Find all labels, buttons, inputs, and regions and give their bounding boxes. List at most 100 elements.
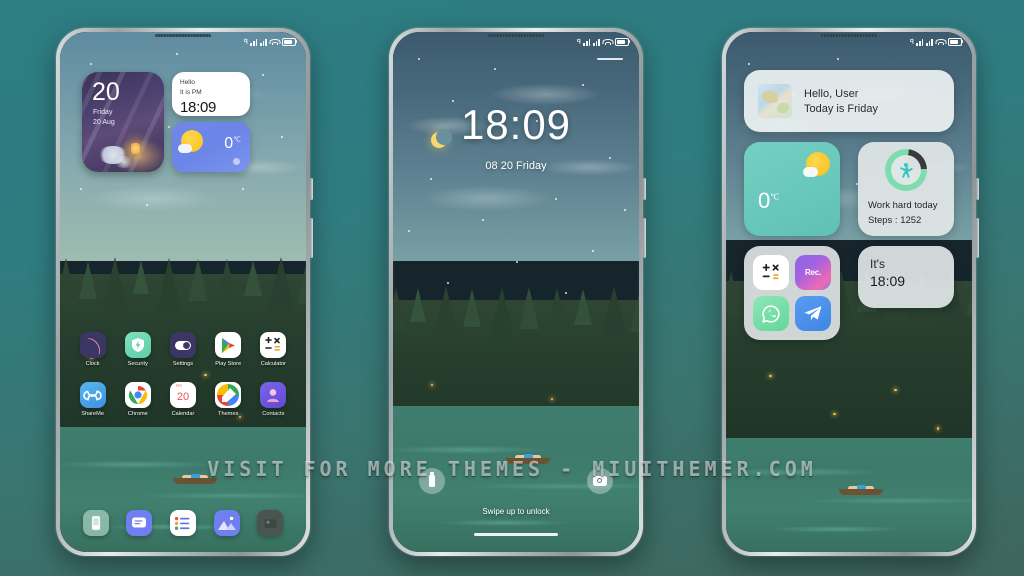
sun-cloud-icon — [178, 130, 203, 153]
camera-icon — [593, 476, 607, 486]
shield-icon — [124, 332, 151, 358]
play-store-icon — [215, 332, 242, 358]
unlock-hint: Swipe up to unlock — [482, 507, 550, 516]
chrome-icon — [124, 382, 151, 408]
steps-count: Steps : 1252 — [868, 215, 922, 226]
app-label: Settings — [172, 361, 194, 367]
app-label: Calendar — [171, 411, 195, 417]
app-chrome[interactable]: Chrome — [121, 382, 155, 417]
battery-icon — [615, 37, 631, 47]
app-row-2: ShareMe Chrome 20 FRI Calendar Themes Co… — [60, 382, 306, 417]
wifi-icon — [269, 38, 280, 46]
phone-1: ꟼ 20 Friday 20 Aug Hello It is PM 18:09 … — [56, 28, 313, 556]
wifi-icon — [602, 38, 613, 46]
app-contacts[interactable]: Contacts — [256, 382, 290, 417]
app-folder-widget[interactable]: Rec. — [744, 246, 840, 340]
steps-widget[interactable]: Work hard today Steps : 1252 — [858, 142, 954, 236]
calculator-icon — [260, 332, 287, 358]
calculator-icon[interactable] — [753, 255, 789, 290]
app-calendar[interactable]: 20 FRI Calendar — [166, 382, 200, 417]
phone-2: ꟼ 18:09 08 20 Friday Swipe up to unlock — [389, 28, 646, 556]
notification-pill — [597, 58, 623, 60]
signal-bars-icon — [916, 38, 924, 46]
signal-bars-icon — [260, 38, 267, 46]
signal-bars-icon — [250, 38, 258, 46]
nfc-icon: ꟼ — [576, 39, 581, 46]
app-label: Chrome — [127, 411, 148, 417]
toggle-icon — [169, 332, 196, 358]
gallery-icon[interactable] — [213, 510, 240, 536]
dock — [68, 504, 298, 542]
boat — [506, 453, 551, 464]
calendar-day: 20 — [92, 78, 120, 106]
home-indicator[interactable] — [474, 533, 558, 536]
hello-user-line1: Hello, User — [804, 87, 859, 100]
hello-greeting: Hello — [180, 79, 195, 86]
telegram-icon[interactable] — [795, 296, 831, 331]
weather-unit: ℃ — [770, 192, 780, 202]
weather-unit: ℃ — [233, 136, 241, 144]
phone-3-screen[interactable]: ꟼ Hello, User Today is Friday 0℃ Work ha… — [726, 32, 972, 552]
app-grid: Clock Security Settings Play Store Calcu… — [60, 332, 306, 432]
nfc-icon: ꟼ — [243, 39, 248, 46]
boat — [173, 473, 218, 485]
nfc-icon: ꟼ — [909, 39, 914, 46]
camera-icon[interactable] — [257, 510, 284, 536]
app-settings[interactable]: Settings — [166, 332, 200, 367]
calendar-icon: 20 FRI — [169, 382, 196, 408]
camera-button[interactable] — [587, 468, 613, 494]
status-bar: ꟼ — [726, 32, 972, 52]
phone-2-screen[interactable]: ꟼ 18:09 08 20 Friday Swipe up to unlock — [393, 32, 639, 552]
steps-title: Work hard today — [868, 200, 938, 211]
phone-1-screen[interactable]: ꟼ 20 Friday 20 Aug Hello It is PM 18:09 … — [60, 32, 306, 552]
runner-icon — [899, 162, 913, 179]
clock-text-widget[interactable]: It's 18:09 — [858, 246, 954, 308]
app-label: Contacts — [262, 411, 285, 417]
whatsapp-icon[interactable] — [753, 296, 789, 331]
notes-icon[interactable] — [169, 510, 196, 536]
app-play-store[interactable]: Play Store — [211, 332, 245, 367]
weather-widget[interactable]: 0℃ — [744, 142, 840, 236]
location-pin-icon — [233, 158, 240, 165]
hello-user-widget[interactable]: Hello, User Today is Friday — [744, 70, 954, 132]
hello-subtitle: It is PM — [180, 88, 202, 96]
phone-3: ꟼ Hello, User Today is Friday 0℃ Work ha… — [722, 28, 979, 556]
app-label: Themes — [218, 411, 239, 417]
recorder-label: Rec. — [804, 268, 822, 277]
weather-temperature: 0 — [758, 188, 771, 213]
status-bar: ꟼ — [60, 32, 306, 52]
calendar-widget[interactable]: 20 Friday 20 Aug — [82, 72, 164, 172]
app-security[interactable]: Security — [121, 332, 155, 367]
phone-icon[interactable] — [82, 510, 109, 536]
lock-clock: 18:09 — [460, 101, 572, 148]
app-label: Clock — [85, 361, 100, 367]
app-row-1: Clock Security Settings Play Store Calcu… — [60, 332, 306, 367]
shareme-icon — [79, 382, 106, 408]
poster-stage: ꟼ 20 Friday 20 Aug Hello It is PM 18:09 … — [0, 0, 1024, 576]
boat — [839, 484, 884, 495]
signal-bars-icon — [593, 38, 600, 46]
flashlight-icon — [429, 472, 435, 487]
battery-icon — [282, 37, 298, 47]
messages-icon[interactable] — [126, 510, 153, 536]
clock-icon — [79, 332, 106, 358]
flashlight-button[interactable] — [419, 468, 445, 494]
calendar-weekday: Friday — [93, 109, 113, 116]
sun-cloud-icon — [803, 152, 830, 177]
map-thumbnail-icon — [758, 84, 792, 118]
app-clock[interactable]: Clock — [76, 332, 110, 367]
weather-widget[interactable]: 0℃ — [172, 122, 250, 172]
signal-bars-icon — [583, 38, 591, 46]
recorder-icon[interactable]: Rec. — [795, 255, 831, 290]
wifi-icon — [935, 38, 946, 46]
app-shareme[interactable]: ShareMe — [76, 382, 110, 417]
battery-icon — [948, 37, 964, 47]
signal-bars-icon — [926, 38, 933, 46]
status-bar: ꟼ — [393, 32, 639, 52]
app-calculator[interactable]: Calculator — [256, 332, 290, 367]
clock-line1: It's — [870, 257, 885, 271]
hello-clock-widget[interactable]: Hello It is PM 18:09 — [172, 72, 250, 116]
app-label: Calculator — [260, 361, 286, 367]
calendar-date: 20 Aug — [93, 119, 115, 127]
app-themes[interactable]: Themes — [211, 382, 245, 417]
